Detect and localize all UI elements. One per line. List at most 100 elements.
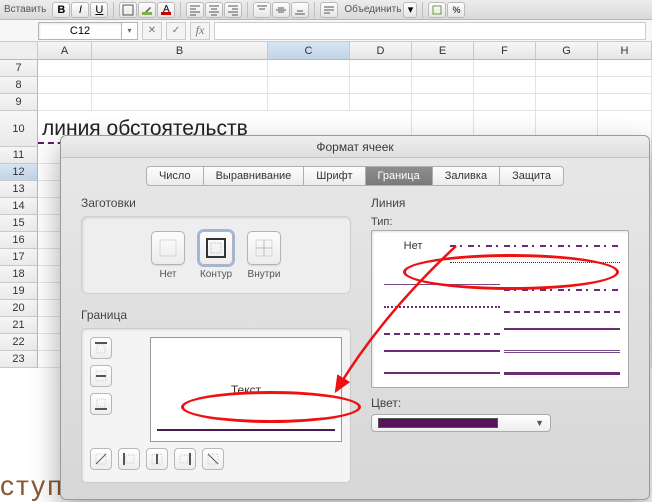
row-header[interactable]: 20: [0, 300, 38, 317]
col-header[interactable]: C: [268, 42, 350, 60]
align-left-button[interactable]: [186, 2, 204, 18]
cell[interactable]: [474, 60, 536, 77]
row-header[interactable]: 7: [0, 60, 38, 77]
col-header[interactable]: G: [536, 42, 598, 60]
select-all-corner[interactable]: [0, 42, 38, 60]
cell[interactable]: [474, 77, 536, 94]
col-header[interactable]: D: [350, 42, 412, 60]
tab-выравнивание[interactable]: Выравнивание: [204, 166, 305, 186]
tab-защита[interactable]: Защита: [500, 166, 564, 186]
preset-внутри[interactable]: Внутри: [247, 231, 281, 280]
cell[interactable]: [412, 94, 474, 111]
cell[interactable]: [92, 60, 268, 77]
col-header[interactable]: A: [38, 42, 92, 60]
cell[interactable]: [268, 60, 350, 77]
borders-button[interactable]: [119, 2, 137, 18]
border-color-picker[interactable]: ▼: [371, 414, 551, 432]
cell[interactable]: [268, 94, 350, 111]
row-header[interactable]: 19: [0, 283, 38, 300]
cell[interactable]: [474, 94, 536, 111]
color-label: Цвет:: [371, 396, 629, 410]
underline-button[interactable]: U: [90, 2, 108, 18]
cell[interactable]: [38, 94, 92, 111]
tab-шрифт[interactable]: Шрифт: [304, 166, 365, 186]
col-header[interactable]: H: [598, 42, 652, 60]
name-box[interactable]: C12: [38, 22, 122, 40]
preset-контур[interactable]: Контур: [199, 231, 233, 280]
border-hmid-button[interactable]: [90, 365, 112, 387]
cell[interactable]: [350, 77, 412, 94]
align-center-button[interactable]: [205, 2, 223, 18]
row-header[interactable]: 21: [0, 317, 38, 334]
row-header[interactable]: 8: [0, 77, 38, 94]
row-header[interactable]: 13: [0, 181, 38, 198]
name-box-dropdown[interactable]: ▾: [122, 22, 138, 40]
fx-button[interactable]: fx: [190, 22, 210, 40]
cell[interactable]: [412, 60, 474, 77]
line-none-option[interactable]: Нет: [380, 240, 446, 252]
formula-input[interactable]: [214, 22, 646, 40]
cell[interactable]: [350, 94, 412, 111]
valign-middle-button[interactable]: [272, 2, 290, 18]
merge-dropdown[interactable]: ▾: [403, 2, 417, 18]
row-header[interactable]: 22: [0, 334, 38, 351]
border-editor: Текст: [81, 328, 351, 483]
color-chip: [378, 418, 498, 428]
wrap-text-button[interactable]: [320, 2, 338, 18]
tab-заливка[interactable]: Заливка: [433, 166, 500, 186]
col-header[interactable]: B: [92, 42, 268, 60]
row-header[interactable]: 16: [0, 232, 38, 249]
cancel-formula-button[interactable]: ✕: [142, 22, 162, 40]
preset-нет[interactable]: Нет: [151, 231, 185, 280]
font-color-button[interactable]: A: [157, 2, 175, 18]
confirm-formula-button[interactable]: ✓: [166, 22, 186, 40]
border-left-button[interactable]: [118, 448, 140, 470]
cell[interactable]: [412, 77, 474, 94]
tab-граница[interactable]: Граница: [366, 166, 433, 186]
bold-button[interactable]: B: [52, 2, 70, 18]
tab-число[interactable]: Число: [146, 166, 204, 186]
row-header[interactable]: 18: [0, 266, 38, 283]
row-header[interactable]: 9: [0, 94, 38, 111]
cell[interactable]: [92, 94, 268, 111]
italic-button[interactable]: I: [71, 2, 89, 18]
cell[interactable]: [598, 77, 652, 94]
border-diag-down-button[interactable]: [202, 448, 224, 470]
paste-label: Вставить: [4, 4, 46, 15]
line-style-list[interactable]: Нет: [371, 230, 629, 388]
align-right-button[interactable]: [224, 2, 242, 18]
border-preview: Текст: [150, 337, 342, 442]
cropped-background-text: ступ: [0, 470, 60, 502]
cell[interactable]: [598, 94, 652, 111]
valign-top-button[interactable]: [253, 2, 271, 18]
cell[interactable]: [536, 94, 598, 111]
border-bottom-button[interactable]: [90, 393, 112, 415]
merge-label[interactable]: Объединить: [344, 4, 401, 15]
cell[interactable]: [350, 60, 412, 77]
row-header[interactable]: 17: [0, 249, 38, 266]
cell[interactable]: [536, 60, 598, 77]
row-header[interactable]: 14: [0, 198, 38, 215]
col-header[interactable]: F: [474, 42, 536, 60]
number-format-button[interactable]: [428, 2, 446, 18]
formula-bar: C12 ▾ ✕ ✓ fx: [0, 20, 652, 42]
row-header[interactable]: 10: [0, 111, 38, 147]
cell[interactable]: [598, 60, 652, 77]
cell[interactable]: [92, 77, 268, 94]
row-header[interactable]: 15: [0, 215, 38, 232]
cell[interactable]: [38, 77, 92, 94]
border-top-button[interactable]: [90, 337, 112, 359]
cell[interactable]: [536, 77, 598, 94]
border-vmid-button[interactable]: [146, 448, 168, 470]
percent-button[interactable]: %: [447, 2, 465, 18]
row-header[interactable]: 12: [0, 164, 38, 181]
fill-color-button[interactable]: [138, 2, 156, 18]
cell[interactable]: [268, 77, 350, 94]
col-header[interactable]: E: [412, 42, 474, 60]
row-header[interactable]: 11: [0, 147, 38, 164]
cell[interactable]: [38, 60, 92, 77]
row-header[interactable]: 23: [0, 351, 38, 368]
border-right-button[interactable]: [174, 448, 196, 470]
valign-bottom-button[interactable]: [291, 2, 309, 18]
border-diag-up-button[interactable]: [90, 448, 112, 470]
